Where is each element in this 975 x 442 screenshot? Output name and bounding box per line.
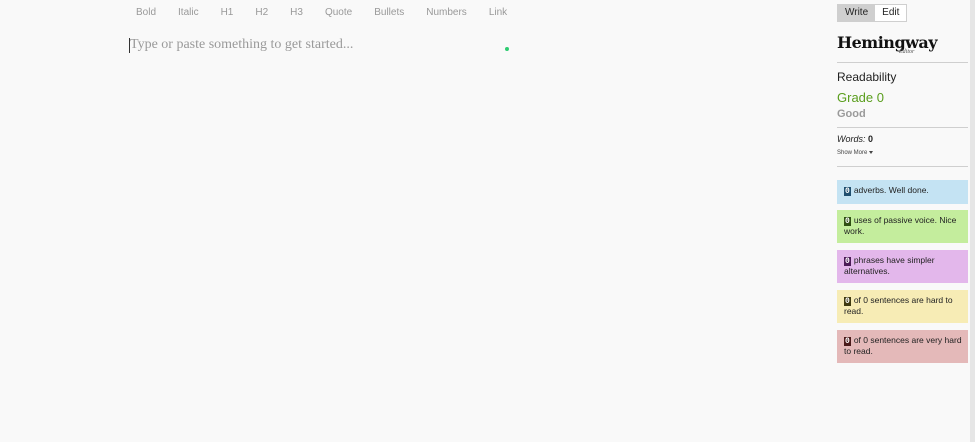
logo-sub-text: Editor xyxy=(899,49,915,55)
simpler-alternatives-stat: 0 phrases have simpler alternatives. xyxy=(837,250,968,283)
stat-count-badge: 0 xyxy=(844,257,851,266)
vertical-scrollbar[interactable] xyxy=(970,0,975,442)
logo-main-text: Hemingway xyxy=(837,33,938,52)
numbers-button[interactable]: Numbers xyxy=(426,7,467,18)
editor-placeholder: Type or paste something to get started..… xyxy=(130,37,354,52)
sidebar: Write Edit Hemingway Editor Readability … xyxy=(837,0,969,442)
italic-button[interactable]: Italic xyxy=(178,7,199,18)
edit-mode-button[interactable]: Edit xyxy=(875,5,907,21)
word-count: Words: 0 xyxy=(837,134,873,144)
divider xyxy=(837,127,968,128)
stat-count-badge: 0 xyxy=(844,217,851,226)
hemingway-app: Bold Italic H1 H2 H3 Quote Bullets Numbe… xyxy=(0,0,975,442)
stat-text: of 0 sentences are hard to read. xyxy=(844,295,953,316)
readability-title: Readability xyxy=(837,70,897,84)
hemingway-logo: Hemingway Editor xyxy=(837,33,938,59)
stat-text: adverbs. Well done. xyxy=(853,185,929,195)
stat-count-badge: 0 xyxy=(844,337,851,346)
stat-count-badge: 0 xyxy=(844,297,851,306)
show-more-label: Show More xyxy=(837,150,868,156)
stat-count-badge: 0 xyxy=(844,187,851,196)
stat-text: uses of passive voice. Nice work. xyxy=(844,215,957,236)
link-button[interactable]: Link xyxy=(489,7,507,18)
chevron-down-icon xyxy=(869,150,874,154)
h1-button[interactable]: H1 xyxy=(221,7,234,18)
bold-button[interactable]: Bold xyxy=(136,7,156,18)
readability-grade: Grade 0 xyxy=(837,90,884,105)
divider xyxy=(837,166,968,167)
very-hard-sentences-stat: 0 of 0 sentences are very hard to read. xyxy=(837,330,968,363)
passive-voice-stat: 0 uses of passive voice. Nice work. xyxy=(837,210,968,243)
text-editor[interactable]: Type or paste something to get started..… xyxy=(129,36,809,416)
status-dot-icon xyxy=(505,47,509,51)
adverbs-stat: 0 adverbs. Well done. xyxy=(837,180,968,204)
readability-description: Good xyxy=(837,108,866,120)
h2-button[interactable]: H2 xyxy=(255,7,268,18)
stat-text: phrases have simpler alternatives. xyxy=(844,255,935,276)
divider xyxy=(837,62,968,63)
hard-sentences-stat: 0 of 0 sentences are hard to read. xyxy=(837,290,968,323)
stat-text: of 0 sentences are very hard to read. xyxy=(844,335,962,356)
show-more-toggle[interactable]: Show More xyxy=(837,150,874,156)
formatting-toolbar: Bold Italic H1 H2 H3 Quote Bullets Numbe… xyxy=(128,5,529,19)
bullets-button[interactable]: Bullets xyxy=(374,7,404,18)
quote-button[interactable]: Quote xyxy=(325,7,352,18)
mode-toggle: Write Edit xyxy=(837,4,908,22)
h3-button[interactable]: H3 xyxy=(290,7,303,18)
word-count-label: Words: xyxy=(837,134,866,144)
write-mode-button[interactable]: Write xyxy=(838,5,876,21)
word-count-value: 0 xyxy=(868,134,874,144)
